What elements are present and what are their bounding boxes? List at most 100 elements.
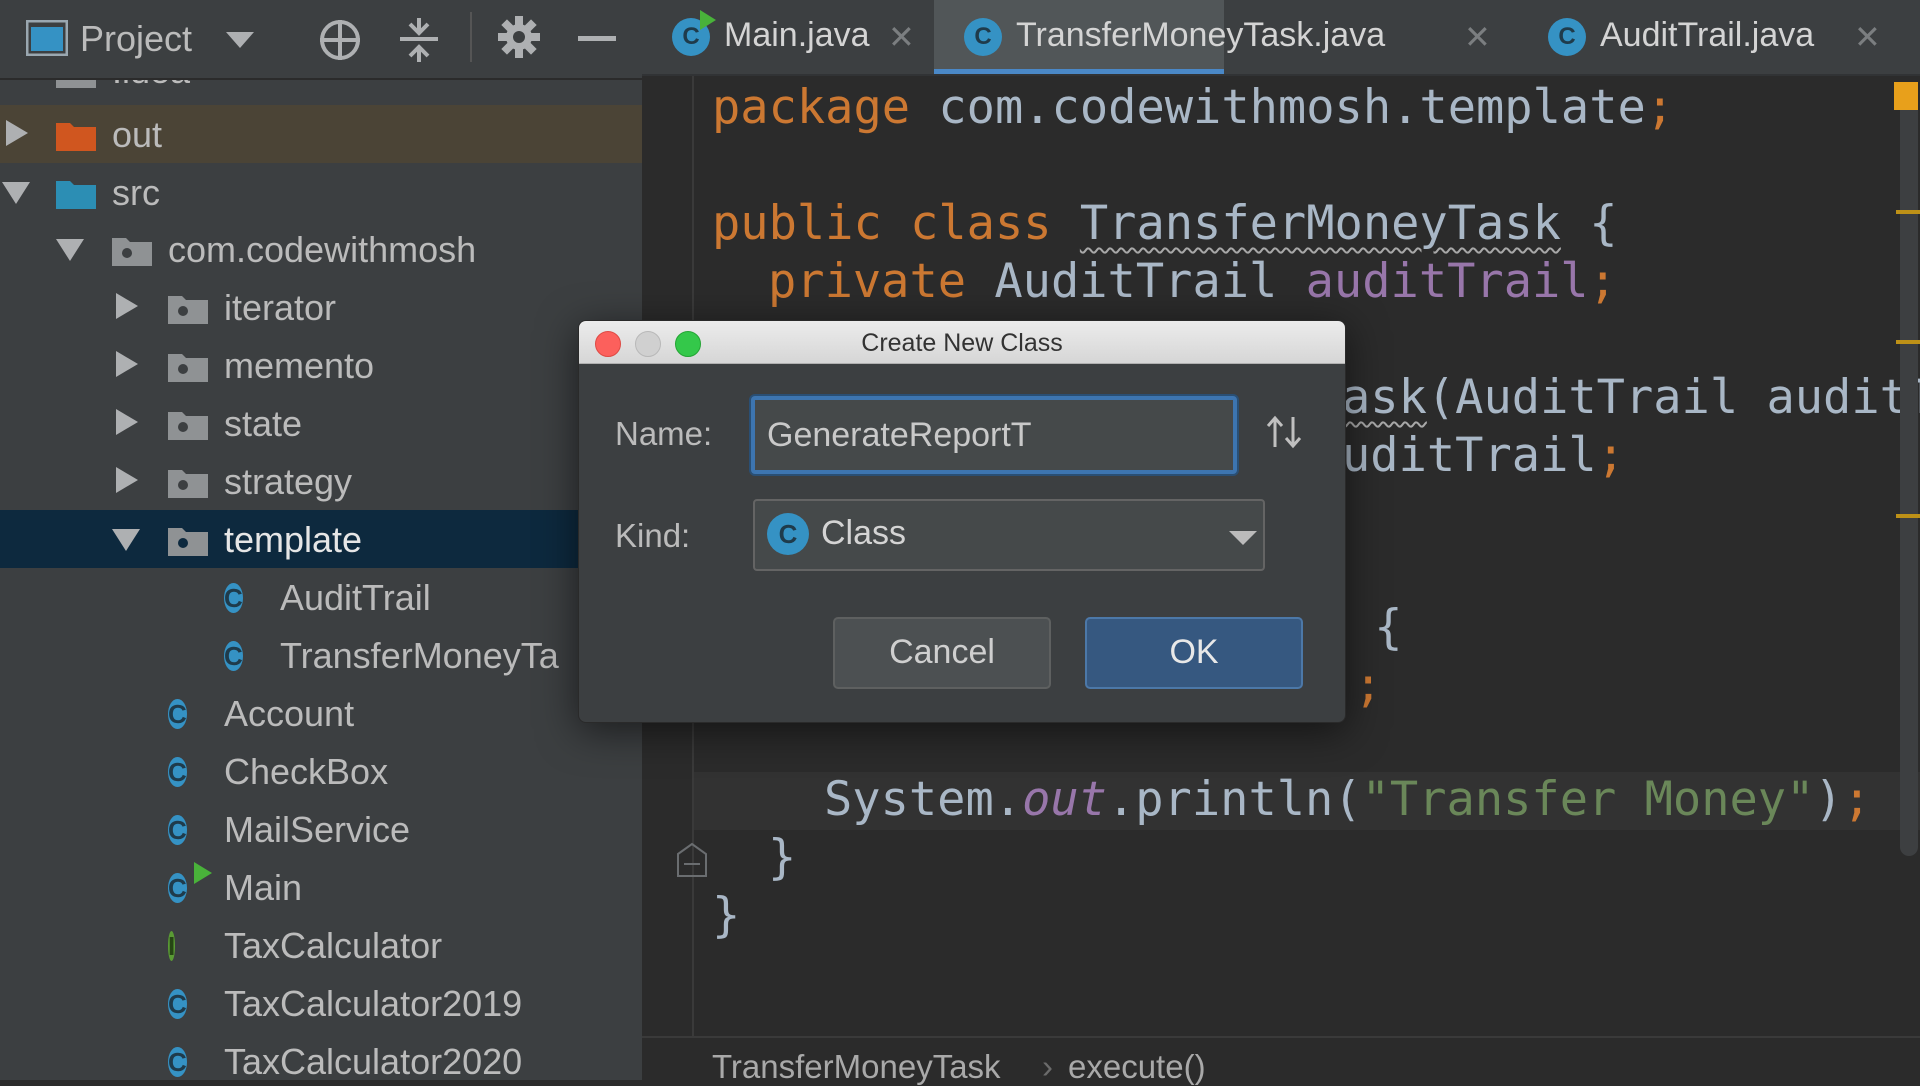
tab-label: AuditTrail.java (1600, 16, 1815, 54)
tree-item-label: state (224, 403, 303, 444)
warning-stripe[interactable] (1896, 340, 1920, 344)
cancel-button[interactable]: Cancel (833, 617, 1051, 689)
tree-item-class[interactable]: C MailService (0, 800, 642, 858)
create-new-class-dialog: Create New Class Name: Kind: C Class Can… (578, 320, 1346, 723)
name-field[interactable] (751, 396, 1237, 474)
package-icon (168, 292, 208, 329)
source-folder-icon (56, 177, 96, 214)
class-icon: C (168, 699, 187, 729)
tree-item-label: template (224, 519, 363, 560)
package-icon (168, 466, 208, 503)
expand-arrow-icon[interactable] (116, 293, 138, 319)
class-icon: C (168, 989, 187, 1019)
expand-arrow-icon[interactable] (116, 467, 138, 493)
collapse-arrow-icon[interactable] (112, 529, 140, 551)
tree-item-label: MailService (224, 809, 411, 850)
tree-item-package[interactable]: state (0, 394, 642, 452)
code-line-15: } (712, 888, 741, 943)
tree-item-package[interactable]: memento (0, 336, 642, 394)
class-name-input[interactable] (765, 410, 1219, 460)
locate-target-icon[interactable] (318, 18, 362, 67)
tree-item-label: TaxCalculator2019 (224, 983, 523, 1024)
tree-item-interface[interactable]: I TaxCalculator (0, 916, 642, 974)
kind-dropdown[interactable]: C Class (753, 499, 1265, 571)
breadcrumb-class[interactable]: TransferMoneyTask (712, 1048, 1001, 1086)
run-marker-icon (700, 10, 716, 30)
project-panel-header: Project (0, 0, 642, 80)
folder-icon (56, 119, 96, 156)
tree-item-class[interactable]: C TaxCalculator2019 (0, 974, 642, 1032)
tree-item-class[interactable]: C Account (0, 684, 642, 742)
ok-button[interactable]: OK (1085, 617, 1303, 689)
dialog-title: Create New Class (861, 329, 1063, 357)
warning-stripe[interactable] (1896, 210, 1920, 214)
kind-label: Kind: (615, 517, 691, 554)
chevron-down-icon[interactable] (226, 32, 254, 53)
expand-arrow-icon[interactable] (116, 351, 138, 377)
collapse-arrow-icon[interactable] (2, 182, 30, 204)
breadcrumb-separator: › (1042, 1048, 1053, 1085)
tree-item-label: AuditTrail (280, 577, 431, 618)
tab-transfermoneytask-java-body[interactable]: C TransferMoneyTask.java ✕ (934, 0, 1491, 74)
close-icon[interactable]: ✕ (1854, 18, 1881, 56)
tree-item-package[interactable]: com.codewithmosh (0, 220, 642, 278)
tab-audittrail-java[interactable]: C AuditTrail.java ✕ (1518, 0, 1898, 74)
close-icon[interactable]: ✕ (1464, 18, 1491, 56)
code-line-11: ; (1354, 658, 1383, 713)
project-view-icon (25, 19, 69, 61)
class-icon: C (168, 1047, 187, 1077)
interface-icon: I (168, 931, 176, 961)
package-icon (168, 408, 208, 445)
class-icon: C (224, 583, 243, 613)
tree-item-label: com.codewithmosh (168, 229, 477, 270)
tree-item-class[interactable]: C AuditTrail (0, 568, 642, 626)
class-icon: C (168, 757, 187, 787)
code-line-4: private AuditTrail auditTrail; (768, 254, 1617, 309)
toolbar-divider (470, 12, 472, 62)
tree-item-class[interactable]: C TaxCalculator2020 (0, 1032, 642, 1080)
tree-item-label: src (112, 172, 160, 213)
collapse-arrow-icon[interactable] (56, 239, 84, 261)
tree-item-class[interactable]: C CheckBox (0, 742, 642, 800)
expand-arrow-icon[interactable] (6, 120, 28, 146)
code-line-14: } (768, 830, 797, 885)
fold-icon[interactable] (676, 842, 708, 878)
breadcrumb-method[interactable]: execute() (1068, 1048, 1206, 1086)
dialog-title-bar[interactable]: Create New Class (579, 321, 1345, 364)
project-panel-title[interactable]: Project (80, 18, 192, 60)
chevron-down-icon (1229, 531, 1257, 545)
tree-item-class[interactable]: C Main (0, 858, 642, 916)
runnable-class-icon: C (168, 862, 212, 908)
close-icon[interactable]: ✕ (888, 18, 915, 56)
tree-item-template-selected[interactable]: template (0, 510, 642, 568)
tree-item-class[interactable]: C TransferMoneyTa (0, 626, 642, 684)
code-line-1: package com.codewithmosh.template; (712, 80, 1675, 135)
tree-item-label: CheckBox (224, 751, 389, 792)
swap-order-icon[interactable] (1265, 415, 1303, 454)
code-line-6: ask(AuditTrail auditT (1342, 370, 1920, 425)
tree-item-label: out (112, 114, 163, 155)
tree-item-src[interactable]: src (0, 163, 642, 221)
package-icon (168, 524, 208, 561)
tree-item-out[interactable]: out (0, 105, 642, 163)
collapse-all-icon[interactable] (398, 18, 440, 67)
code-line-7: uditTrail; (1342, 428, 1625, 483)
tree-item-label: Main (224, 867, 303, 908)
tree-item-label: TaxCalculator2020 (224, 1041, 523, 1080)
code-line-3: public class TransferMoneyTask { (712, 196, 1618, 251)
editor-tab-bar: C Main.java ✕ C C TransferMoneyTask.java… (642, 0, 1920, 76)
tree-item-label: TransferMoneyTa (280, 635, 559, 676)
code-line-10: { (1346, 600, 1403, 655)
project-panel: .idea out src com.codewithmosh (0, 0, 642, 1080)
expand-arrow-icon[interactable] (116, 409, 138, 435)
tab-main-java[interactable]: C Main.java ✕ (642, 0, 932, 74)
tree-item-package[interactable]: strategy (0, 452, 642, 510)
minimize-icon[interactable] (578, 36, 616, 41)
tree-item-package[interactable]: iterator (0, 278, 642, 336)
package-icon (112, 234, 152, 271)
warning-stripe[interactable] (1896, 514, 1920, 518)
tab-label: Main.java (724, 16, 870, 54)
inspection-status-marker[interactable] (1894, 82, 1918, 110)
gear-icon[interactable] (498, 16, 540, 63)
tree-item-label: iterator (224, 287, 337, 328)
